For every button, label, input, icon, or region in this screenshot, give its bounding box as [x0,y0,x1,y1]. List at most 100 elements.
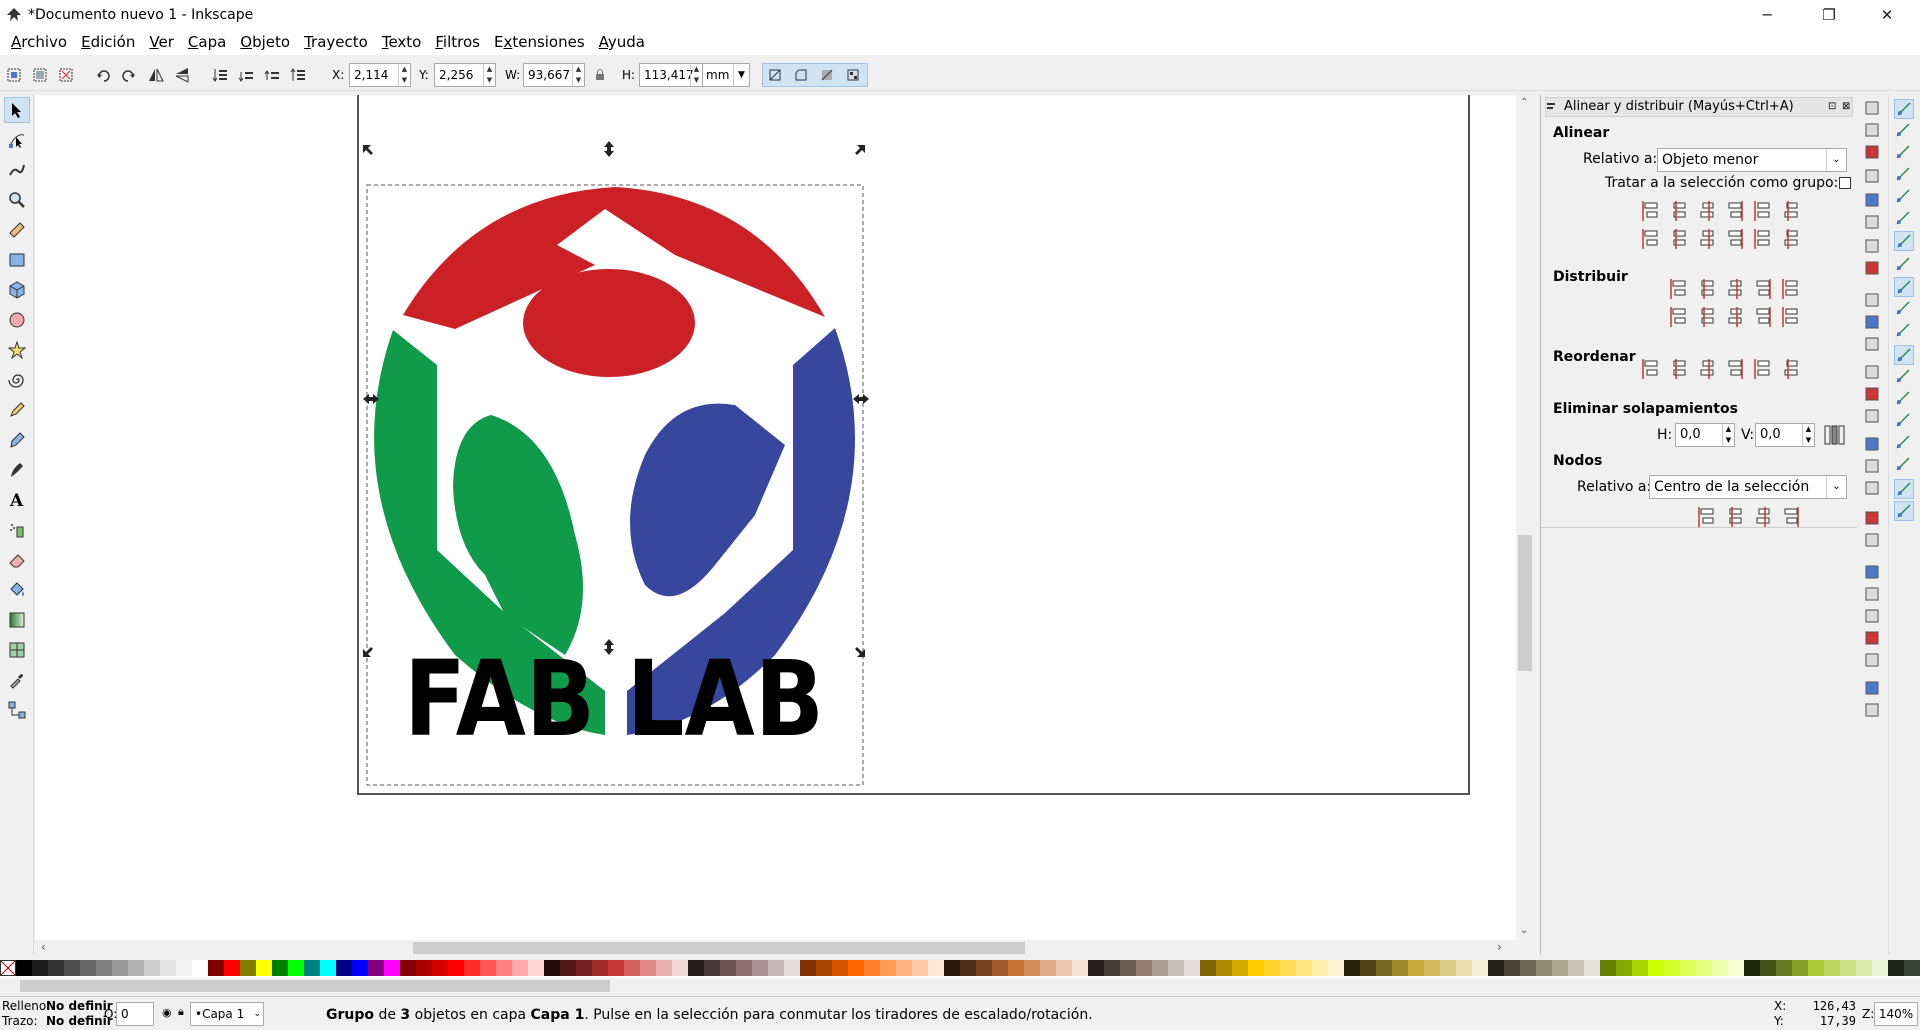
snap-path-intersections-icon[interactable] [1894,277,1914,297]
palette-swatch[interactable] [512,960,528,976]
align-right-anchor-icon[interactable] [1641,199,1665,223]
palette-swatch[interactable] [816,960,832,976]
palette-swatch[interactable] [1088,960,1104,976]
panel-title[interactable]: Alinear y distribuir (Mayús+Ctrl+A) ⊡ ⊠ [1545,97,1853,117]
palette-swatch[interactable] [1472,960,1488,976]
palette-swatch[interactable] [1776,960,1792,976]
pen-tool-icon[interactable] [4,427,30,453]
palette-swatch[interactable] [1552,960,1568,976]
fablab-logo-group[interactable]: FAB LAB [35,95,1535,955]
palette-swatch[interactable] [64,960,80,976]
palette-swatch[interactable] [944,960,960,976]
palette-swatch[interactable] [1712,960,1728,976]
paste-icon[interactable] [1863,335,1883,355]
w-input[interactable]: 93,667 ▲ ▼ [523,63,585,87]
palette-swatch[interactable] [1760,960,1776,976]
ellipse-tool-icon[interactable] [4,307,30,333]
stroke-value[interactable]: No definir [46,1014,113,1028]
chevron-left-icon[interactable]: ‹ [41,940,46,954]
group-icon[interactable] [1863,509,1883,529]
palette-swatch[interactable] [976,960,992,976]
measure-tool-icon[interactable] [4,217,30,243]
y-input[interactable]: 2,256 ▲ ▼ [434,63,496,87]
palette-swatch[interactable] [1136,960,1152,976]
align-center-v-icon[interactable] [1697,227,1721,251]
select-all-icon[interactable] [4,65,24,85]
palette-swatch[interactable] [896,960,912,976]
panel-iconify-icon[interactable]: ⊡ [1828,98,1836,116]
new-document-icon[interactable] [1863,99,1883,119]
palette-swatch[interactable] [1664,960,1680,976]
snap-text-baseline-icon[interactable] [1894,433,1914,453]
menu-ayuda[interactable]: Ayuda [592,30,652,55]
3d-box-tool-icon[interactable] [4,277,30,303]
palette-swatch[interactable] [1648,960,1664,976]
palette-swatch[interactable] [1744,960,1760,976]
zoom-input[interactable]: 140% [1874,1002,1918,1026]
palette-swatch[interactable] [1504,960,1520,976]
menu-edicion[interactable]: Edición [74,30,142,55]
tweak-tool-icon[interactable] [4,157,30,183]
text-font-icon[interactable] [1863,585,1883,605]
palette-swatch[interactable] [1600,960,1616,976]
palette-swatch[interactable] [1392,960,1408,976]
palette-scroll-thumb[interactable] [20,980,610,992]
palette-swatch[interactable] [1584,960,1600,976]
flip-horizontal-icon[interactable] [146,65,166,85]
zoom-tool-icon[interactable] [4,187,30,213]
raise-icon[interactable] [262,65,282,85]
palette-swatch[interactable] [80,960,96,976]
distribute-gaps-h-icon[interactable] [1753,277,1777,301]
palette-swatch[interactable] [864,960,880,976]
scale-stroke-icon[interactable] [765,65,785,85]
transform-patterns-icon[interactable] [843,65,863,85]
palette-swatch[interactable] [800,960,816,976]
menu-objeto[interactable]: Objeto [233,30,297,55]
distribute-baselines-icon[interactable] [1781,277,1805,301]
scale-corners-icon[interactable] [791,65,811,85]
drawing-canvas[interactable]: FAB LAB [35,95,1535,955]
save-file-icon[interactable] [1863,143,1883,163]
align-bottom-icon[interactable] [1725,227,1749,251]
palette-swatch[interactable] [1408,960,1424,976]
chevron-up-icon[interactable]: ⌃ [1520,97,1528,108]
palette-swatch[interactable] [432,960,448,976]
palette-swatch[interactable] [1824,960,1840,976]
snap-page-border-icon[interactable] [1894,455,1914,475]
exchange-positions-icon[interactable] [1669,357,1693,381]
palette-swatch[interactable] [256,960,272,976]
logo-blue-drop[interactable] [630,403,785,597]
snap-cusp-nodes-icon[interactable] [1894,299,1914,319]
palette-swatch[interactable] [1632,960,1648,976]
opacity-input[interactable]: 0 [116,1002,154,1026]
palette-swatch[interactable] [1904,960,1920,976]
palette-swatch[interactable] [832,960,848,976]
palette-swatch[interactable] [1840,960,1856,976]
minimize-button[interactable]: ─ [1744,0,1790,30]
treat-as-group-checkbox[interactable] [1839,177,1851,189]
palette-swatch[interactable] [592,960,608,976]
vertical-scroll-thumb[interactable] [1518,535,1532,671]
overlap-h-input[interactable]: 0,0 ▲ ▼ [1675,423,1735,447]
graph-layout-icon[interactable] [1641,357,1665,381]
ungroup-icon[interactable] [1863,531,1883,551]
align-left-anchor-icon[interactable] [1753,199,1777,223]
palette-swatch[interactable] [144,960,160,976]
palette-swatch[interactable] [1152,960,1168,976]
palette-swatch[interactable] [400,960,416,976]
lock-icon[interactable]: 🔒︎ [178,1005,184,1019]
palette-swatch[interactable] [1872,960,1888,976]
overlap-h-arrows[interactable]: ▲ ▼ [1722,424,1734,446]
palette-swatch[interactable] [656,960,672,976]
lower-to-bottom-icon[interactable] [210,65,230,85]
w-spin-arrows[interactable]: ▲ ▼ [572,64,584,86]
snap-others-icon[interactable] [1894,367,1914,387]
palette-swatch[interactable] [1440,960,1456,976]
snap-grid-icon[interactable] [1894,479,1914,499]
palette-swatch[interactable] [608,960,624,976]
paint-bucket-tool-icon[interactable] [4,577,30,603]
snap-nodes-icon[interactable] [1894,231,1914,251]
logo-text[interactable]: FAB LAB [404,638,824,760]
transform-gradients-icon[interactable] [817,65,837,85]
snap-bbox-midpoints-icon[interactable] [1894,187,1914,207]
